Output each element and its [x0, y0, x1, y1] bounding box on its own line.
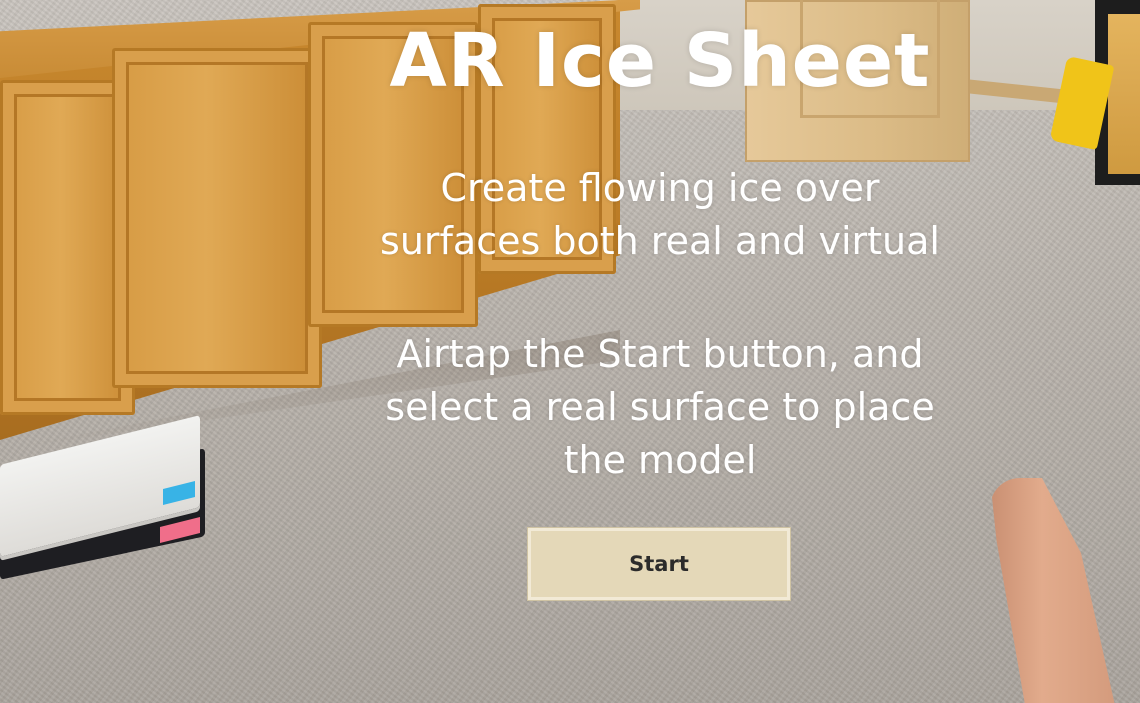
- ar-camera-view: AR Ice Sheet Create flowing ice over sur…: [0, 0, 1140, 703]
- start-button[interactable]: Start: [527, 527, 791, 601]
- user-finger: [990, 478, 1120, 703]
- start-button-label: Start: [629, 552, 689, 576]
- cabinet-door: [112, 48, 322, 388]
- shelf-drawer: [1108, 14, 1140, 174]
- instructions-text: Airtap the Start button, and select a re…: [385, 332, 935, 482]
- app-title: AR Ice Sheet: [389, 18, 931, 104]
- app-subtitle: Create flowing ice over surfaces both re…: [380, 166, 940, 263]
